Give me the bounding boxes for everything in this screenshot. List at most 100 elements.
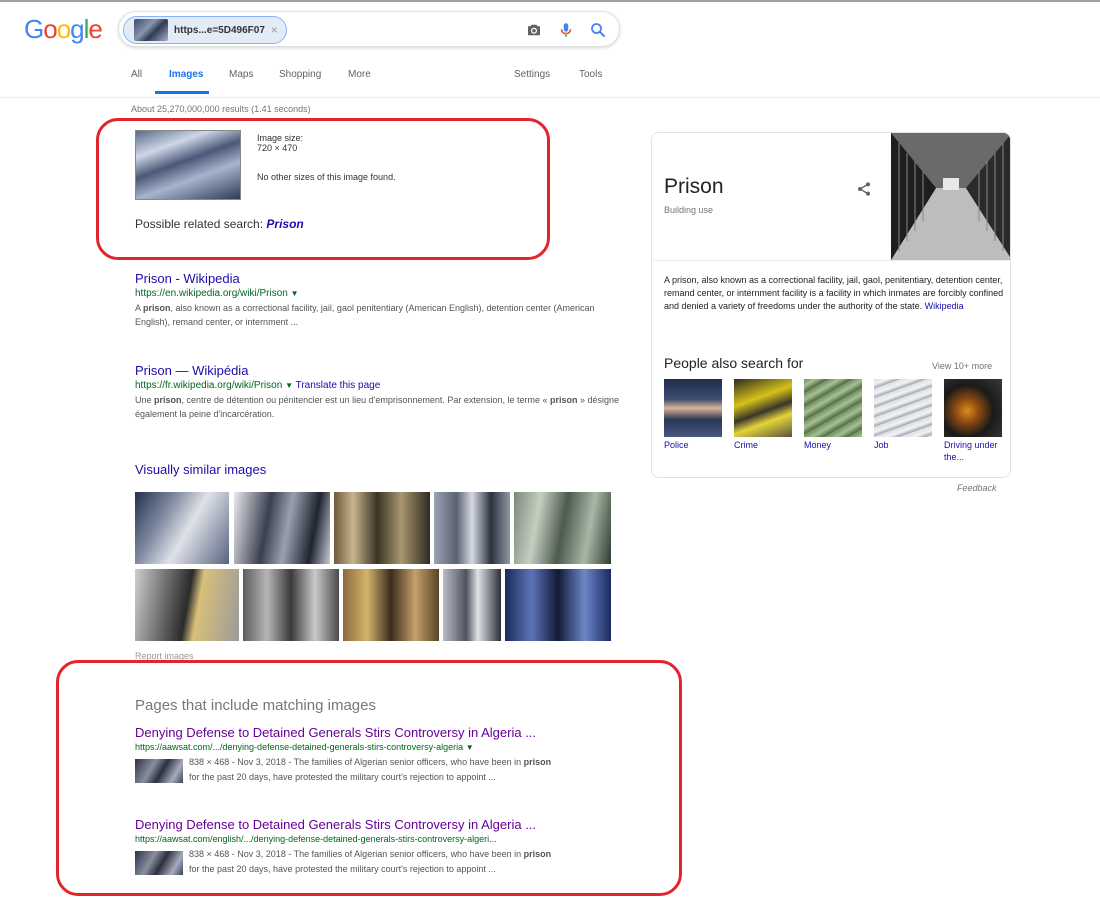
search-box[interactable]: https...e=5D496F07 ×: [118, 11, 620, 47]
similar-image[interactable]: [434, 492, 510, 564]
snippet-text: 838 × 468 - Nov 3, 2018 - The families o…: [189, 849, 524, 859]
query-image-preview[interactable]: [135, 130, 241, 200]
matching-result: Denying Defense to Detained Generals Sti…: [135, 725, 615, 785]
snippet-bold: prison: [143, 303, 171, 313]
people-also-search-heading: People also search for: [664, 355, 804, 371]
related-entity-crime[interactable]: Crime: [734, 379, 792, 451]
similar-image[interactable]: [343, 569, 439, 641]
result-menu-caret-icon[interactable]: ▼: [285, 381, 293, 390]
tab-all[interactable]: All: [131, 69, 142, 80]
matching-result-body: 838 × 468 - Nov 3, 2018 - The families o…: [135, 847, 615, 877]
logo-letter: G: [24, 14, 44, 44]
related-entity-label: Money: [804, 440, 832, 450]
result-menu-caret-icon[interactable]: ▼: [466, 743, 474, 752]
logo-letter: o: [43, 14, 58, 44]
snippet-bold: prison: [154, 395, 182, 405]
matching-pages-heading: Pages that include matching images: [135, 697, 376, 714]
similar-image[interactable]: [234, 492, 330, 564]
similar-image[interactable]: [135, 569, 239, 641]
knowledge-panel: Prison Building use A prison, also known…: [651, 132, 1011, 478]
related-entity-label: Police: [664, 440, 689, 450]
tab-shopping[interactable]: Shopping: [279, 69, 321, 80]
result-snippet: A prison, also known as a correctional f…: [135, 301, 625, 329]
result-title-link[interactable]: Prison — Wikipédia: [135, 363, 625, 378]
related-entity-label: Job: [874, 440, 889, 450]
related-entity-job[interactable]: Job: [874, 379, 932, 451]
matching-result-url-text[interactable]: https://aawsat.com/.../denying-defense-d…: [135, 742, 463, 752]
search-result: Prison — Wikipédia https://fr.wikipedia.…: [135, 363, 625, 421]
view-more-link[interactable]: View 10+ more: [932, 361, 992, 371]
knowledge-panel-title: Prison: [664, 175, 724, 198]
tab-images[interactable]: Images: [169, 69, 203, 80]
related-entity-driving[interactable]: Driving under the...: [944, 379, 1002, 463]
snippet-bold: prison: [523, 849, 552, 859]
logo-letter: o: [56, 14, 72, 44]
image-size-label: Image size: 720 × 470: [257, 133, 303, 153]
translate-page-link[interactable]: Translate this page: [296, 380, 381, 391]
search-tabs: All Images Maps Shopping More Settings T…: [131, 69, 611, 95]
related-entity-image: [804, 379, 862, 437]
snippet-text: Une: [135, 395, 155, 405]
related-entity-image: [664, 379, 722, 437]
snippet-text: 838 × 468 - Nov 3, 2018 - The families o…: [189, 757, 524, 767]
knowledge-panel-description: A prison, also known as a correctional f…: [664, 274, 1004, 313]
result-url-text[interactable]: https://en.wikipedia.org/wiki/Prison: [135, 288, 288, 299]
feedback-link[interactable]: Feedback: [957, 483, 997, 493]
related-entity-police[interactable]: Police: [664, 379, 722, 451]
tab-more[interactable]: More: [348, 69, 371, 80]
image-size-value: 720 × 470: [257, 143, 298, 153]
matching-result-snippet: 838 × 468 - Nov 3, 2018 - The families o…: [189, 847, 609, 877]
microphone-icon[interactable]: [557, 21, 575, 39]
matching-result-snippet: 838 × 468 - Nov 3, 2018 - The families o…: [189, 755, 609, 785]
tab-tools[interactable]: Tools: [579, 69, 602, 80]
related-entity-money[interactable]: Money: [804, 379, 862, 451]
similar-image[interactable]: [135, 492, 229, 564]
image-query-chip[interactable]: https...e=5D496F07 ×: [123, 16, 287, 44]
result-stats: About 25,270,000,000 results (1.41 secon…: [131, 104, 311, 114]
camera-icon[interactable]: [525, 21, 543, 39]
matching-result-url-text[interactable]: https://aawsat.com/english/.../denying-d…: [135, 834, 497, 844]
tab-maps[interactable]: Maps: [229, 69, 253, 80]
visually-similar-heading[interactable]: Visually similar images: [135, 462, 266, 477]
related-entity-image: [944, 379, 1002, 437]
top-border: [0, 0, 1100, 2]
result-menu-caret-icon[interactable]: ▼: [291, 289, 299, 298]
similar-image[interactable]: [443, 569, 501, 641]
related-search: Possible related search: Prison: [135, 217, 304, 231]
chip-close-icon[interactable]: ×: [271, 23, 278, 37]
no-other-sizes-text: No other sizes of this image found.: [257, 172, 396, 182]
result-url-text[interactable]: https://fr.wikipedia.org/wiki/Prison: [135, 380, 282, 391]
similar-image[interactable]: [243, 569, 339, 641]
matching-result-title-link[interactable]: Denying Defense to Detained Generals Sti…: [135, 725, 615, 740]
result-snippet: Une prison, centre de détention ou pénit…: [135, 393, 625, 421]
search-icon[interactable]: [589, 21, 607, 39]
matching-result-title-link[interactable]: Denying Defense to Detained Generals Sti…: [135, 817, 615, 832]
similar-image[interactable]: [505, 569, 611, 641]
similar-image[interactable]: [334, 492, 430, 564]
knowledge-panel-subtitle: Building use: [664, 205, 714, 215]
matching-result-thumbnail[interactable]: [135, 759, 183, 783]
query-image-thumbnail: [134, 19, 168, 41]
matching-result-thumbnail[interactable]: [135, 851, 183, 875]
wikipedia-link[interactable]: Wikipedia: [925, 301, 964, 311]
related-search-link[interactable]: Prison: [266, 217, 303, 231]
similar-image[interactable]: [514, 492, 611, 564]
google-logo[interactable]: Google: [24, 14, 103, 45]
matching-result-url: https://aawsat.com/english/.../denying-d…: [135, 834, 615, 844]
result-url: https://fr.wikipedia.org/wiki/Prison ▼ T…: [135, 380, 625, 391]
snippet-text: for the past 20 days, have protested the…: [189, 864, 496, 874]
result-title-link[interactable]: Prison - Wikipedia: [135, 271, 625, 286]
prison-corridor-image[interactable]: [891, 133, 1011, 260]
tabs-divider: [0, 97, 1100, 98]
snippet-text: , centre de détention ou pénitencier est…: [181, 395, 548, 405]
related-entity-image: [874, 379, 932, 437]
matching-result: Denying Defense to Detained Generals Sti…: [135, 817, 615, 877]
matching-result-body: 838 × 468 - Nov 3, 2018 - The families o…: [135, 755, 615, 785]
share-icon[interactable]: [856, 181, 872, 197]
logo-letter: e: [88, 14, 103, 44]
tab-settings[interactable]: Settings: [514, 69, 550, 80]
related-search-prefix: Possible related search:: [135, 217, 267, 231]
result-url: https://en.wikipedia.org/wiki/Prison ▼: [135, 288, 625, 299]
active-tab-indicator: [155, 91, 209, 94]
logo-letter: g: [70, 14, 85, 44]
